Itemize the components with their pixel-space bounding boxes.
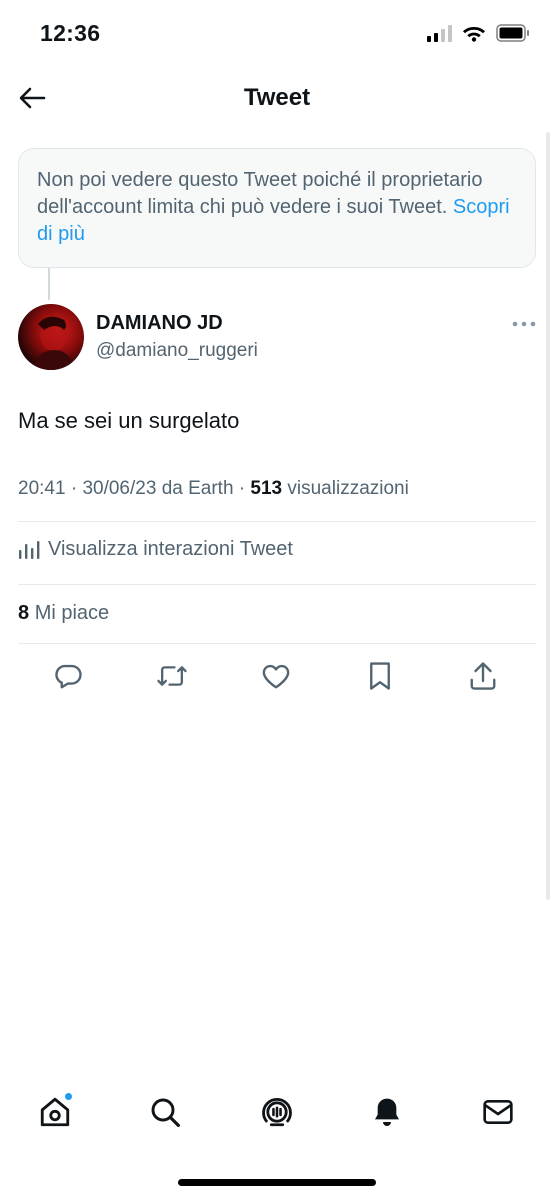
views-label: visualizzazioni [287,478,409,499]
header: Tweet [0,64,554,132]
divider [18,643,536,644]
notice-text: Non poi vedere questo Tweet poiché il pr… [37,169,483,218]
like-button[interactable] [256,656,296,696]
status-icons [427,24,530,42]
analytics-icon [19,540,40,559]
reply-button[interactable] [48,656,88,696]
tweet-actions [0,656,554,698]
tab-spaces[interactable] [255,1090,299,1134]
views-count: 513 [250,478,283,499]
reply-icon [55,664,82,689]
avatar[interactable] [18,304,84,370]
divider [18,521,536,522]
tab-messages[interactable] [476,1090,520,1134]
more-dots-icon [512,321,536,327]
thread-line [48,268,50,300]
tweet-date: 30/06/23 [82,478,157,499]
analytics-label: Visualizza interazioni Tweet [48,538,293,560]
notification-dot [64,1092,73,1101]
tweet-metadata: 20:41 · 30/06/23 da Earth · 513 visualiz… [18,478,409,499]
bottom-tab-bar [0,1090,554,1140]
tab-home[interactable] [33,1090,77,1134]
tweet-source: da Earth [161,478,234,499]
share-icon [470,662,496,690]
more-options-button[interactable] [508,312,540,336]
tweet-time: 20:41 [18,478,66,499]
author-name[interactable]: DAMIANO JD [96,312,223,335]
tab-search[interactable] [143,1090,187,1134]
retweet-icon [157,666,187,686]
tweet-text: Ma se sei un surgelato [18,408,240,433]
retweet-button[interactable] [152,656,192,696]
tab-notifications[interactable] [365,1090,409,1134]
like-icon [262,664,290,689]
wifi-icon [463,27,485,42]
view-tweet-analytics-button[interactable]: Visualizza interazioni Tweet [18,538,293,561]
likes-count-link[interactable]: 8 Mi piace [18,602,109,625]
cellular-signal-icon [427,24,452,42]
status-time: 12:36 [40,20,101,46]
messages-icon [483,1100,513,1124]
likes-count: 8 [18,602,30,624]
search-icon [151,1098,180,1127]
share-button[interactable] [463,656,503,696]
divider [18,584,536,585]
home-indicator[interactable] [178,1179,376,1186]
spaces-icon [262,1098,292,1127]
page-title: Tweet [243,84,311,111]
status-bar: 12:36 [0,0,554,64]
scrollbar[interactable] [546,132,550,900]
likes-label: Mi piace [34,602,110,624]
author-handle[interactable]: @damiano_ruggeri [96,340,258,362]
notifications-icon [375,1098,399,1126]
bookmark-icon [370,662,390,690]
battery-icon [496,24,529,42]
bookmark-button[interactable] [360,656,400,696]
restricted-tweet-notice: Non poi vedere questo Tweet poiché il pr… [18,148,536,268]
